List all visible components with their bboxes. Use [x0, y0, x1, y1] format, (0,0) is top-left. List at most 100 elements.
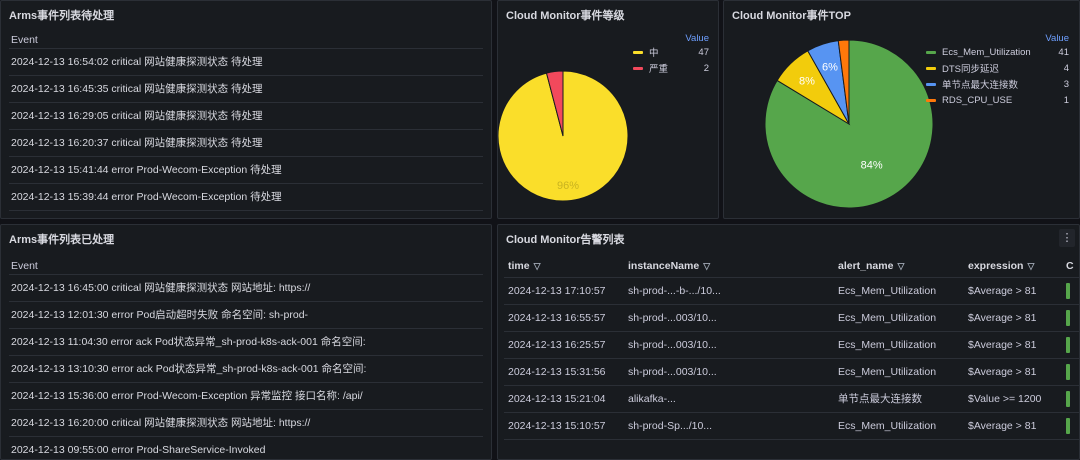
alert-list-panel: Cloud Monitor告警列表 ⋮ time ▽ instanceName ▽ al…: [497, 224, 1080, 460]
table-row[interactable]: 2024-12-13 15:21:04 alikafka-... 单节点最大连接数 $…: [504, 386, 1079, 413]
event-row[interactable]: 2024-12-13 13:10:30 error ack Pod状态异常_sh…: [9, 356, 483, 383]
cell-instance: sh-prod-...003/10...: [628, 339, 717, 351]
legend-swatch: [633, 50, 643, 54]
legend-name: Ecs_Mem_Utilization: [942, 46, 1031, 58]
legend-name: RDS_CPU_USE: [942, 94, 1013, 106]
column-header-event[interactable]: Event: [9, 33, 483, 48]
cell-alert-name: 单节点最大连接数: [838, 393, 922, 405]
event-row[interactable]: 2024-12-13 16:54:02 critical 网站健康探测状态 待处…: [9, 48, 483, 76]
event-row[interactable]: 2024-12-13 09:55:00 error Prod-ShareServ…: [9, 437, 483, 459]
event-row[interactable]: 2024-12-13 16:20:37 critical 网站健康探测状态 待处…: [9, 130, 483, 157]
event-row[interactable]: 2024-12-13 16:29:05 critical 网站健康探测状态 待处…: [9, 103, 483, 130]
legend-swatch: [926, 50, 936, 54]
status-bar: [1066, 391, 1070, 408]
cell-alert-name: Ecs_Mem_Utilization: [838, 420, 937, 432]
legend-swatch: [926, 98, 936, 102]
column-header-c[interactable]: C: [1062, 255, 1079, 277]
panel-title[interactable]: Cloud Monitor告警列表: [506, 231, 625, 247]
event-row[interactable]: 2024-12-13 15:39:44 error Prod-Wecom-Exc…: [9, 184, 483, 211]
legend-value: 2: [703, 62, 709, 74]
legend-swatch: [926, 82, 936, 86]
cell-instance: sh-prod-...003/10...: [628, 312, 717, 324]
pie-slice-label: 84%: [861, 159, 883, 171]
cell-instance: sh-prod-...-b-.../10...: [628, 285, 721, 297]
legend-value: 1: [1063, 94, 1069, 106]
cell-time: 2024-12-13 15:31:56: [508, 366, 606, 378]
event-row[interactable]: 2024-12-13 15:41:44 error Prod-Wecom-Exc…: [9, 157, 483, 184]
column-header-event[interactable]: Event: [9, 259, 483, 274]
level-legend: Value 中 47 严重 2: [633, 33, 709, 76]
column-header-alert_name[interactable]: alert_name ▽: [834, 255, 964, 277]
panel-menu-icon[interactable]: ⋮: [1059, 229, 1075, 247]
legend-item[interactable]: RDS_CPU_USE 1: [926, 92, 1069, 108]
handled-events-panel: Arms事件列表已处理 Event 2024-12-13 16:45:00 cr…: [0, 224, 492, 460]
column-header-label: expression: [968, 260, 1024, 272]
cell-expression: $Average > 81: [968, 312, 1037, 324]
event-row[interactable]: 2024-12-13 15:36:00 error Prod-Wecom-Exc…: [9, 383, 483, 410]
legend-item[interactable]: 严重 2: [633, 60, 709, 76]
cell-expression: $Average > 81: [968, 339, 1037, 351]
legend-item[interactable]: 中 47: [633, 44, 709, 60]
status-bar: [1066, 418, 1070, 435]
status-bar: [1066, 310, 1070, 327]
cell-status: [1062, 359, 1079, 385]
handled-events-table: Event 2024-12-13 16:45:00 critical 网站健康探…: [9, 259, 483, 459]
cell-expression: $Average > 81: [968, 285, 1037, 297]
table-row[interactable]: 2024-12-13 16:55:57 sh-prod-...003/10... E…: [504, 305, 1079, 332]
cell-status: [1062, 305, 1079, 331]
cell-time: 2024-12-13 15:10:57: [508, 420, 606, 432]
legend-value: 47: [698, 46, 709, 58]
legend-value-header[interactable]: Value: [926, 33, 1069, 44]
column-header-instancename[interactable]: instanceName ▽: [624, 255, 834, 277]
table-row[interactable]: 2024-12-13 15:10:57 sh-prod-Sp.../10... Ec…: [504, 413, 1079, 440]
pie-slice-label: 8%: [799, 76, 815, 88]
alert-table-header: time ▽ instanceName ▽ alert_name ▽ expression ▽…: [504, 255, 1079, 278]
filter-icon[interactable]: ▽: [1027, 255, 1034, 277]
status-bar: [1066, 337, 1070, 354]
table-row[interactable]: 2024-12-13 17:10:57 sh-prod-...-b-.../10.…: [504, 278, 1079, 305]
legend-item[interactable]: Ecs_Mem_Utilization 41: [926, 44, 1069, 60]
filter-icon[interactable]: ▽: [897, 255, 904, 277]
legend-value-header[interactable]: Value: [633, 33, 709, 44]
status-bar: [1066, 283, 1070, 300]
panel-title[interactable]: Arms事件列表待处理: [9, 7, 114, 23]
column-header-label: time: [508, 260, 530, 272]
cell-time: 2024-12-13 16:55:57: [508, 312, 606, 324]
legend-item[interactable]: 单节点最大连接数 3: [926, 76, 1069, 92]
legend-name: 严重: [649, 64, 669, 75]
cell-time: 2024-12-13 15:21:04: [508, 393, 606, 405]
cell-expression: $Value >= 1200: [968, 393, 1042, 405]
event-row[interactable]: 2024-12-13 16:45:00 critical 网站健康探测状态 网站…: [9, 274, 483, 302]
column-header-time[interactable]: time ▽: [504, 255, 624, 277]
column-header-expression[interactable]: expression ▽: [964, 255, 1062, 277]
legend-value: 41: [1058, 46, 1069, 58]
column-header-label: instanceName: [628, 260, 700, 272]
cell-alert-name: Ecs_Mem_Utilization: [838, 339, 937, 351]
top-legend: Value Ecs_Mem_Utilization 41 DTS同步延迟 4 单节点最大…: [926, 33, 1069, 108]
event-row[interactable]: 2024-12-13 16:45:35 critical 网站健康探测状态 待处…: [9, 76, 483, 103]
cell-instance: alikafka-...: [628, 393, 676, 405]
legend-value: 3: [1063, 78, 1069, 90]
filter-icon[interactable]: ▽: [703, 255, 710, 277]
level-pie-panel: Cloud Monitor事件等级 96% Value 中 47 严重 2: [497, 0, 719, 219]
legend-name: 中: [649, 48, 659, 59]
table-row[interactable]: 2024-12-13 15:31:56 sh-prod-...003/10... E…: [504, 359, 1079, 386]
cell-time: 2024-12-13 16:25:57: [508, 339, 606, 351]
table-row[interactable]: 2024-12-13 16:25:57 sh-prod-...003/10... E…: [504, 332, 1079, 359]
pie-slice-label: 96%: [557, 180, 579, 192]
alert-table: time ▽ instanceName ▽ alert_name ▽ expression ▽…: [504, 255, 1079, 440]
top-pie-panel: Cloud Monitor事件TOP 84% 8% 6% Value Ecs_Mem…: [723, 0, 1080, 219]
legend-item[interactable]: DTS同步延迟 4: [926, 60, 1069, 76]
cell-expression: $Average > 81: [968, 366, 1037, 378]
pending-events-panel: Arms事件列表待处理 Event 2024-12-13 16:54:02 cr…: [0, 0, 492, 219]
panel-title[interactable]: Arms事件列表已处理: [9, 231, 114, 247]
event-row[interactable]: 2024-12-13 11:04:30 error ack Pod状态异常_sh…: [9, 329, 483, 356]
status-bar: [1066, 364, 1070, 381]
filter-icon[interactable]: ▽: [534, 255, 541, 277]
cell-status: [1062, 413, 1079, 439]
event-row[interactable]: 2024-12-13 16:20:00 critical 网站健康探测状态 网站…: [9, 410, 483, 437]
cell-alert-name: Ecs_Mem_Utilization: [838, 285, 937, 297]
event-row[interactable]: 2024-12-13 12:01:30 error Pod启动超时失败 命名空间…: [9, 302, 483, 329]
cell-alert-name: Ecs_Mem_Utilization: [838, 312, 937, 324]
cell-alert-name: Ecs_Mem_Utilization: [838, 366, 937, 378]
